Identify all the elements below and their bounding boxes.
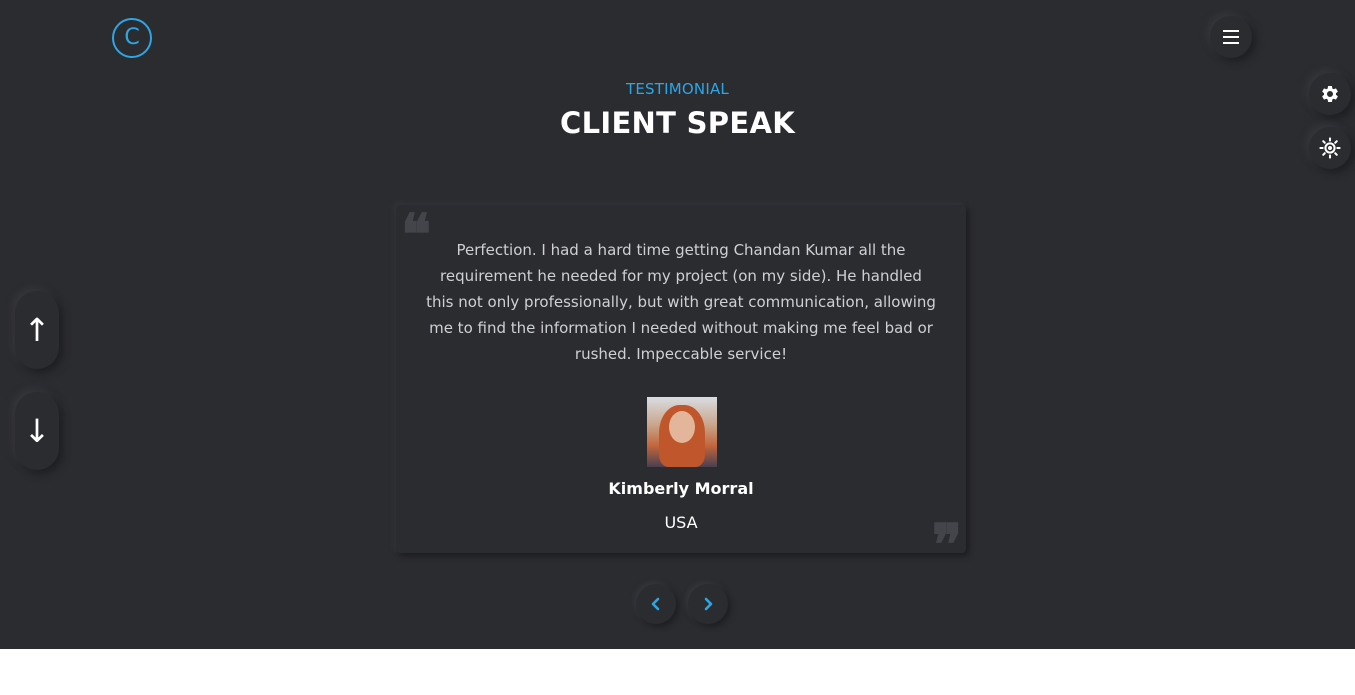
- logo[interactable]: C: [112, 18, 152, 58]
- author-name: Kimberly Morral: [608, 479, 754, 498]
- testimonial-card: ❝ Perfection. I had a hard time getting …: [396, 205, 966, 573]
- hamburger-menu-icon: [1223, 30, 1239, 44]
- next-testimonial-button[interactable]: [688, 584, 728, 624]
- sun-icon: [1319, 137, 1341, 159]
- previous-testimonial-button[interactable]: [636, 584, 676, 624]
- scroll-down-button[interactable]: ↓: [15, 392, 59, 470]
- quote-close-icon: ❞: [931, 512, 962, 578]
- arrow-up-icon: ↑: [23, 311, 51, 349]
- chevron-left-icon: [651, 597, 660, 611]
- section-subtitle: TESTIMONIAL: [626, 80, 729, 98]
- author-country: USA: [664, 513, 698, 532]
- chevron-right-icon: [704, 597, 713, 611]
- testimonial-page: C TESTIMONIAL CLIENT SPEAK ↑ ↓ ❝ Perfect…: [0, 0, 1355, 649]
- avatar: [647, 397, 717, 467]
- testimonial-text: Perfection. I had a hard time getting Ch…: [426, 241, 936, 363]
- scroll-up-button[interactable]: ↑: [15, 291, 59, 369]
- section-title: CLIENT SPEAK: [560, 106, 795, 140]
- menu-button[interactable]: [1210, 16, 1252, 58]
- arrow-down-icon: ↓: [23, 412, 51, 450]
